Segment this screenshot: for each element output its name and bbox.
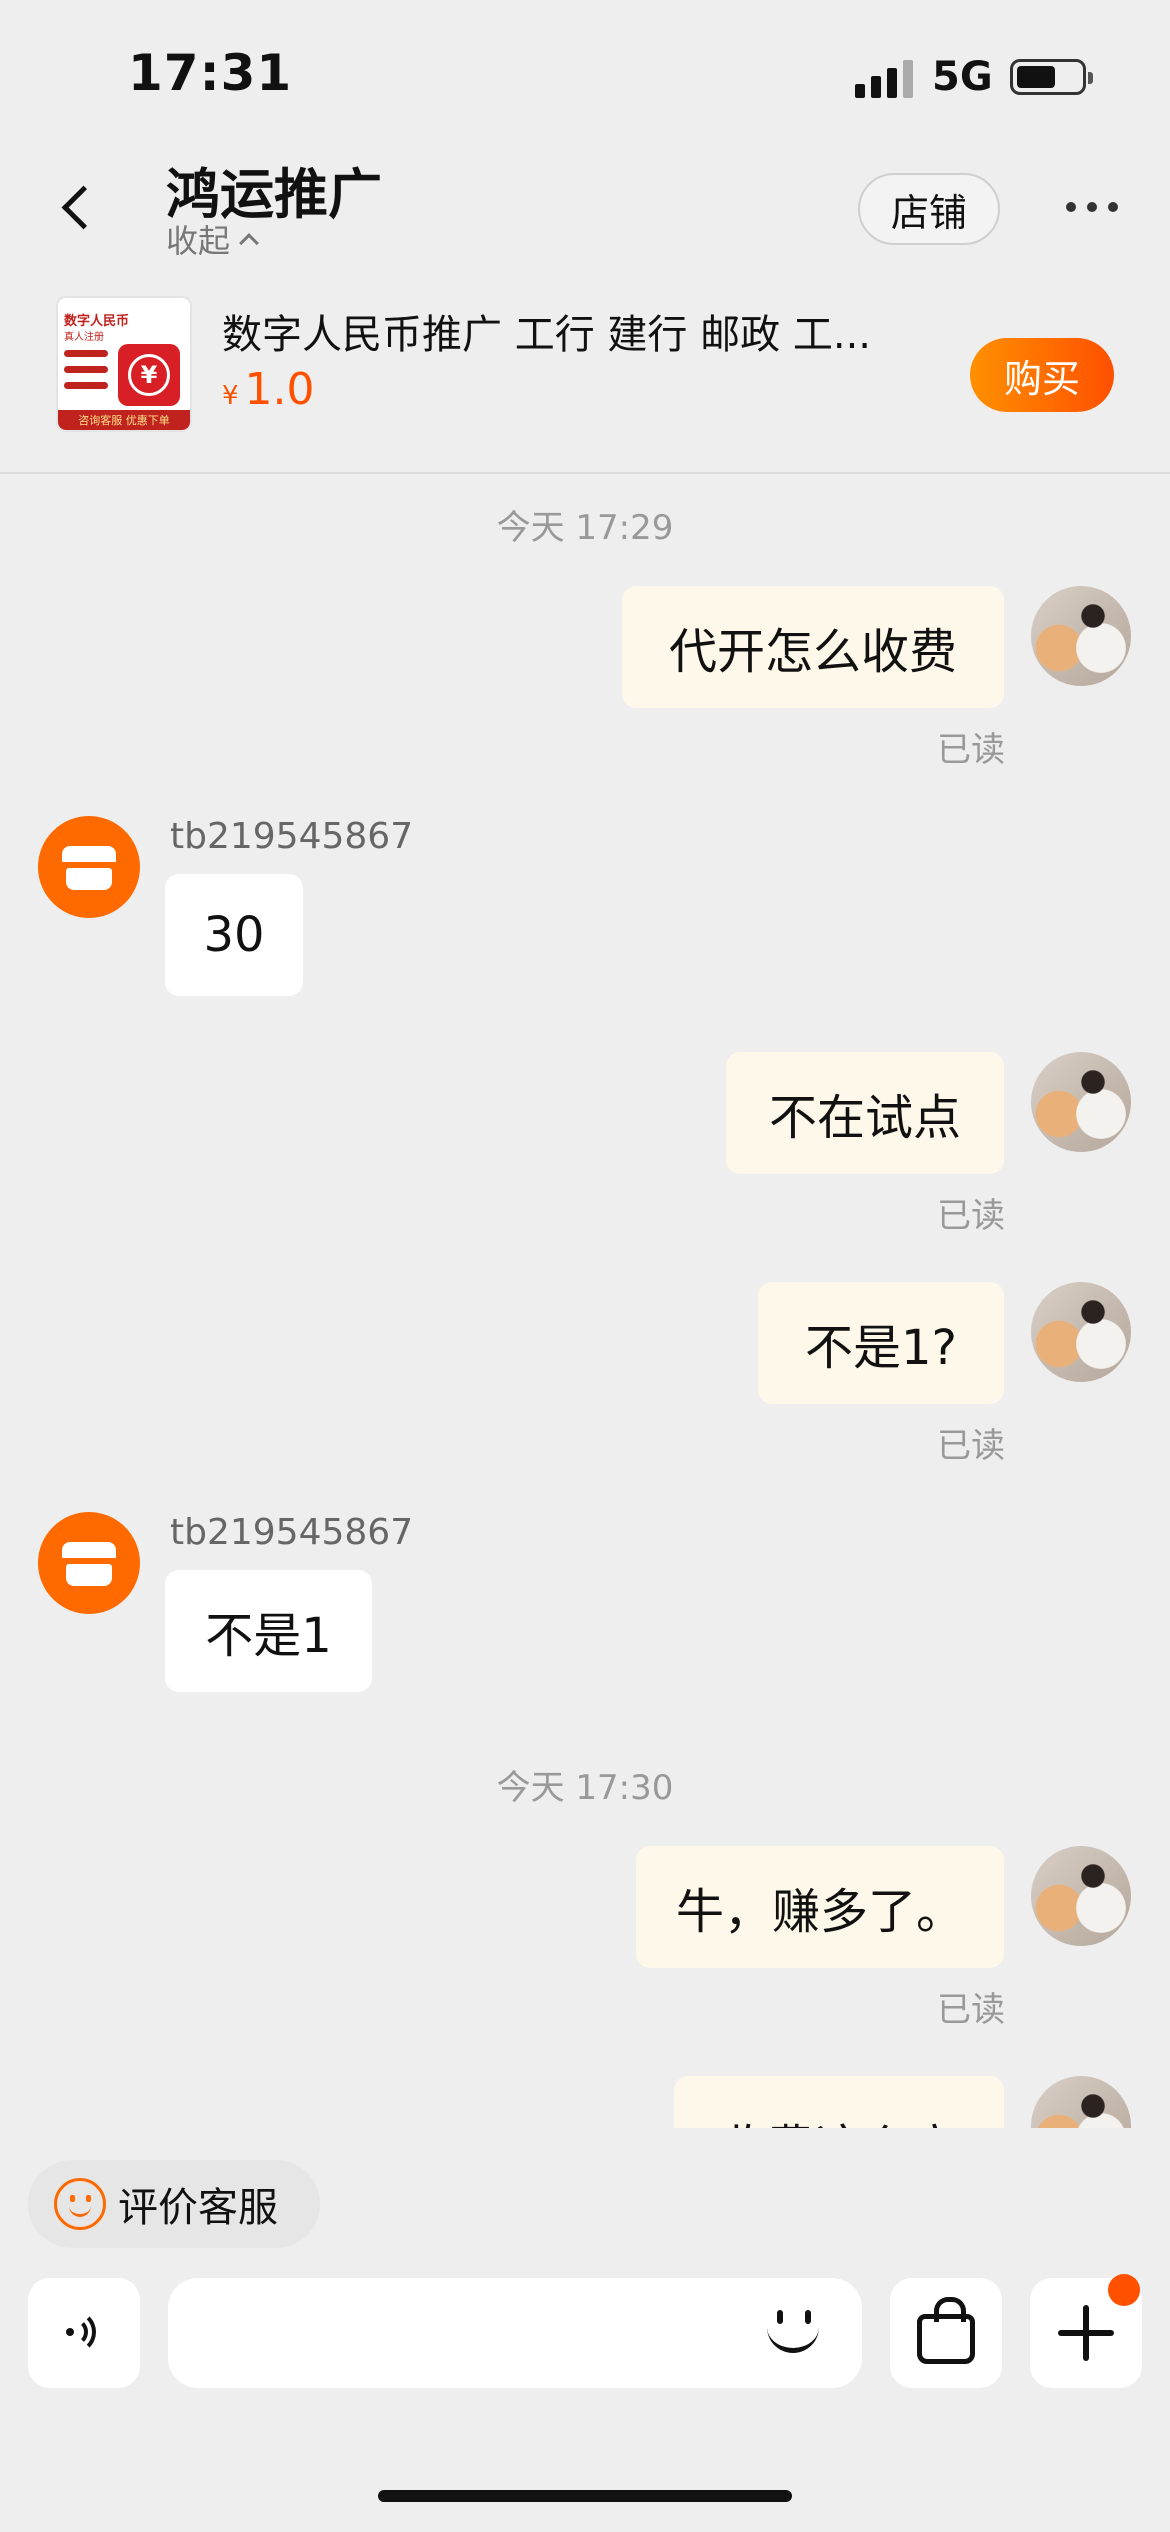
back-chevron-icon[interactable] bbox=[50, 180, 110, 240]
my-avatar[interactable] bbox=[1031, 1846, 1131, 1946]
outgoing-message[interactable]: 牛，赚多了。 bbox=[636, 1846, 1004, 1968]
outgoing-message[interactable]: 收费这么高 bbox=[674, 2076, 1004, 2128]
read-receipt: 已读 bbox=[937, 1196, 1005, 1236]
read-receipt: 已读 bbox=[937, 730, 1005, 770]
network-type: 5G bbox=[932, 54, 993, 100]
sender-name: tb219545867 bbox=[170, 1512, 414, 1553]
signal-bars-icon bbox=[855, 60, 915, 98]
product-name[interactable]: 数字人民币推广 工行 建行 邮政 工... bbox=[222, 302, 922, 360]
time-separator: 今天 17:29 bbox=[496, 508, 674, 548]
my-avatar[interactable] bbox=[1031, 1052, 1131, 1152]
collapse-toggle[interactable]: 收起 bbox=[166, 216, 259, 262]
product-price: ¥ 1.0 bbox=[222, 364, 315, 415]
shopping-bag-button[interactable] bbox=[890, 2278, 1002, 2388]
rate-service-label: 评价客服 bbox=[118, 2185, 278, 2231]
home-indicator[interactable] bbox=[378, 2490, 792, 2502]
shop-avatar[interactable] bbox=[38, 1512, 140, 1614]
outgoing-message[interactable]: 不是1? bbox=[758, 1282, 1004, 1404]
thumbnail-footer: 咨询客服 优惠下单 bbox=[58, 410, 190, 430]
voice-icon bbox=[66, 2310, 110, 2356]
read-receipt: 已读 bbox=[937, 1990, 1005, 2030]
more-dots-icon[interactable] bbox=[1066, 192, 1126, 222]
shop-avatar[interactable] bbox=[38, 816, 140, 918]
collapse-label: 收起 bbox=[166, 222, 231, 260]
message-input[interactable] bbox=[168, 2278, 862, 2388]
store-button[interactable]: 店铺 bbox=[858, 173, 1000, 245]
digital-rmb-logo-icon: ¥ bbox=[118, 344, 180, 406]
time-separator: 今天 17:30 bbox=[496, 1768, 674, 1808]
incoming-message[interactable]: 30 bbox=[165, 874, 303, 996]
smiley-icon bbox=[54, 2178, 106, 2230]
thumbnail-title: 数字人民币 bbox=[64, 314, 130, 329]
buy-button[interactable]: 购买 bbox=[970, 338, 1114, 412]
outgoing-message[interactable]: 代开怎么收费 bbox=[622, 586, 1004, 708]
plus-icon bbox=[1058, 2305, 1114, 2361]
outgoing-message[interactable]: 不在试点 bbox=[726, 1052, 1004, 1174]
sender-name: tb219545867 bbox=[170, 816, 414, 857]
battery-icon bbox=[1010, 59, 1093, 95]
status-time: 17:31 bbox=[128, 44, 293, 102]
notification-dot bbox=[1108, 2274, 1140, 2306]
emoji-icon[interactable] bbox=[765, 2308, 825, 2360]
my-avatar[interactable] bbox=[1031, 1282, 1131, 1382]
read-receipt: 已读 bbox=[937, 1426, 1005, 1466]
shopping-bag-icon bbox=[917, 2297, 975, 2364]
rate-service-button[interactable]: 评价客服 bbox=[28, 2160, 320, 2248]
chevron-up-icon bbox=[239, 233, 259, 253]
incoming-message[interactable]: 不是1 bbox=[165, 1570, 372, 1692]
chat-screen: 17:31 5G 鸿运推广 收起 店铺 数字人民币 真人注册 ¥ 咨询客服 优惠… bbox=[0, 0, 1170, 2532]
thumbnail-subtitle: 真人注册 bbox=[64, 332, 104, 343]
price-currency: ¥ bbox=[222, 381, 239, 411]
my-avatar[interactable] bbox=[1031, 2076, 1131, 2128]
my-avatar[interactable] bbox=[1031, 586, 1131, 686]
message-list[interactable]: 今天 17:29 代开怎么收费 已读 tb219545867 30 不在试点 已… bbox=[0, 474, 1170, 2128]
price-amount: 1.0 bbox=[244, 364, 315, 415]
product-thumbnail[interactable]: 数字人民币 真人注册 ¥ 咨询客服 优惠下单 bbox=[56, 296, 192, 432]
voice-button[interactable] bbox=[28, 2278, 140, 2388]
